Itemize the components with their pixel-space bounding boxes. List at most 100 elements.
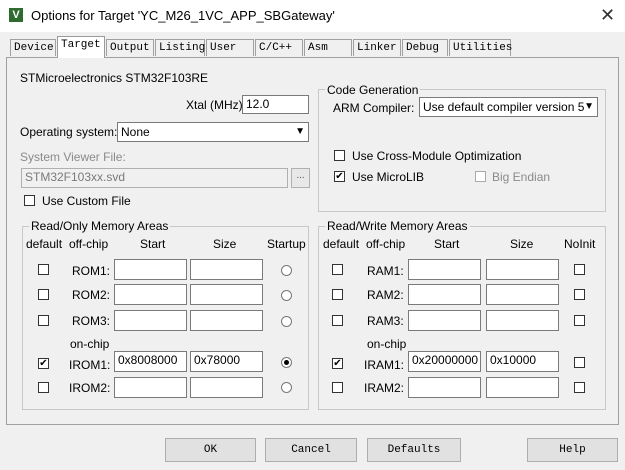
rw-header-start: Start [434,237,460,251]
microlib-checkbox[interactable]: ✔ [334,171,345,182]
rom1-default-checkbox[interactable] [38,264,49,275]
iram1-default-checkbox[interactable]: ✔ [332,358,343,369]
iram1-label: IRAM1: [364,358,405,372]
ram2-noinit-checkbox[interactable] [574,289,585,300]
microlib-label: Use MicroLIB [352,170,425,184]
ro-header-default: default [26,237,63,251]
ram2-start-input[interactable] [408,284,481,305]
ram2-label: RAM2: [367,288,404,302]
arm-compiler-value: Use default compiler version 5 [423,100,585,114]
irom2-size-input[interactable] [190,377,263,398]
rom1-size-input[interactable] [190,259,263,280]
arm-compiler-select[interactable]: Use default compiler version 5 ▼ [419,97,598,117]
rom2-label: ROM2: [72,288,111,302]
rom1-label: ROM1: [72,264,111,278]
svf-input[interactable]: STM32F103xx.svd [21,168,288,188]
tab-c-cpp[interactable]: C/C++ [255,39,303,56]
ro-header-start: Start [140,237,166,251]
cancel-button[interactable]: Cancel [265,438,357,462]
rom3-start-input[interactable] [114,310,187,331]
code-generation-title: Code Generation [325,83,421,97]
rom3-startup-radio[interactable] [281,316,292,327]
ram1-default-checkbox[interactable] [332,264,343,275]
chevron-down-icon: ▼ [584,101,594,112]
ro-memory-title: Read/Only Memory Areas [29,219,171,233]
cross-module-label: Use Cross-Module Optimization [352,149,522,163]
ram1-label: RAM1: [367,264,404,278]
os-select[interactable]: None ▼ [117,122,309,142]
tab-debug[interactable]: Debug [402,39,448,56]
use-custom-file-label: Use Custom File [42,194,131,208]
ram3-size-input[interactable] [486,310,559,331]
os-label: Operating system: [20,125,118,139]
rw-header-size: Size [510,237,534,251]
xtal-label: Xtal (MHz): [186,98,246,112]
rw-header-noinit: NoInit [564,237,596,251]
ram2-default-checkbox[interactable] [332,289,343,300]
help-button[interactable]: Help [527,438,618,462]
ram1-size-input[interactable] [486,259,559,280]
close-icon[interactable]: ✕ [600,5,615,25]
rw-memory-title: Read/Write Memory Areas [325,219,470,233]
ro-onchip-label: on-chip [70,337,110,351]
ram1-start-input[interactable] [408,259,481,280]
tab-user[interactable]: User [206,39,254,56]
irom1-label: IROM1: [69,358,111,372]
big-endian-checkbox[interactable] [475,171,486,182]
iram2-start-input[interactable] [408,377,481,398]
irom2-label: IROM2: [69,381,111,395]
rom1-startup-radio[interactable] [281,265,292,276]
irom1-startup-radio[interactable] [281,357,292,368]
rom2-default-checkbox[interactable] [38,289,49,300]
ram1-noinit-checkbox[interactable] [574,264,585,275]
iram2-default-checkbox[interactable] [332,382,343,393]
tab-output[interactable]: Output [106,39,154,56]
rom3-size-input[interactable] [190,310,263,331]
iram2-label: IRAM2: [364,381,405,395]
ro-header-offchip: off-chip [69,237,109,251]
device-name: STMicroelectronics STM32F103RE [20,71,209,85]
chevron-down-icon: ▼ [295,126,305,137]
tab-listing[interactable]: Listing [155,39,205,56]
arm-compiler-label: ARM Compiler: [333,101,415,115]
big-endian-label: Big Endian [492,170,551,184]
rom1-start-input[interactable] [114,259,187,280]
window-title: Options for Target 'YC_M26_1VC_APP_SBGat… [31,8,335,23]
irom2-startup-radio[interactable] [281,382,292,393]
ram3-start-input[interactable] [408,310,481,331]
ok-button[interactable]: OK [165,438,256,462]
iram1-size-input[interactable]: 0x10000 [486,351,559,372]
irom1-start-input[interactable]: 0x8008000 [114,351,187,372]
rom2-size-input[interactable] [190,284,263,305]
iram1-start-input[interactable]: 0x20000000 [408,351,481,372]
tab-linker[interactable]: Linker [353,39,401,56]
rw-header-offchip: off-chip [366,237,406,251]
irom2-start-input[interactable] [114,377,187,398]
cross-module-checkbox[interactable] [334,150,345,161]
use-custom-file-checkbox[interactable] [24,195,35,206]
rom3-default-checkbox[interactable] [38,315,49,326]
tab-asm[interactable]: Asm [304,39,352,56]
os-select-value: None [121,125,150,139]
tab-utilities[interactable]: Utilities [449,39,512,56]
iram2-size-input[interactable] [486,377,559,398]
iram1-noinit-checkbox[interactable] [574,357,585,368]
tab-target[interactable]: Target [57,36,105,58]
irom2-default-checkbox[interactable] [38,382,49,393]
defaults-button[interactable]: Defaults [367,438,461,462]
keil-uvision-icon: V [9,8,23,22]
rom2-startup-radio[interactable] [281,290,292,301]
xtal-input[interactable]: 12.0 [242,95,309,114]
irom1-size-input[interactable]: 0x78000 [190,351,263,372]
irom1-default-checkbox[interactable]: ✔ [38,358,49,369]
ram3-default-checkbox[interactable] [332,315,343,326]
rw-onchip-label: on-chip [367,337,407,351]
iram2-noinit-checkbox[interactable] [574,382,585,393]
ram2-size-input[interactable] [486,284,559,305]
tab-device[interactable]: Device [10,39,56,56]
ro-header-size: Size [213,237,237,251]
svf-browse-button[interactable]: ... [291,168,310,188]
rw-header-default: default [323,237,360,251]
rom2-start-input[interactable] [114,284,187,305]
ram3-noinit-checkbox[interactable] [574,315,585,326]
